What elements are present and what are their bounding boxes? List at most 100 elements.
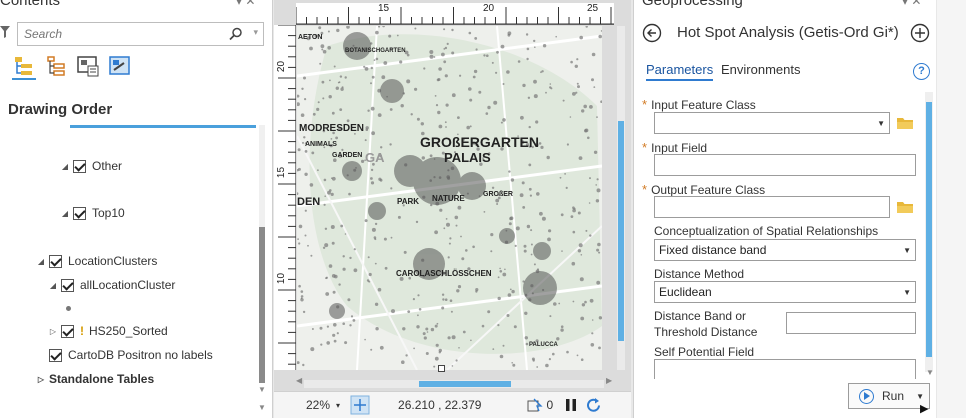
scrollbar-thumb[interactable] [419,381,511,387]
ruler-tick-label: 10 [276,272,288,285]
run-button[interactable]: Run ▼ [848,383,930,409]
self-potential-field-input[interactable] [654,359,916,379]
search-icon[interactable] [229,27,243,41]
map-label-botanischgarten: BOTANISCHGARTEN [345,48,406,54]
map-view[interactable]: 15 20 25 20 15 10 GROßERGARTEN PALAIS MO… [274,0,631,418]
zoom-dropdown-icon[interactable]: ▾ [336,401,340,410]
right-dock-strip: ▶ [920,0,966,418]
scroll-down-arrow[interactable]: ▼ [926,368,934,377]
input-feature-class-label: * Input Feature Class [642,97,756,112]
collapse-triangle-icon[interactable]: ◢ [36,257,46,266]
selection-icon[interactable] [527,397,544,413]
layer-visibility-checkbox[interactable] [49,348,62,362]
distance-band-input[interactable] [786,312,916,334]
layer-row-cartodb-positron[interactable]: CartoDB Positron no labels [36,345,213,365]
scrollbar-thumb[interactable] [618,121,624,341]
output-feature-class-label: * Output Feature Class [642,182,766,197]
search-dropdown-icon[interactable]: ▾ [253,27,258,38]
distance-band-label-line1: Distance Band or [654,309,747,323]
distance-band-label-line2: Threshold Distance [654,325,758,339]
scroll-left-arrow[interactable]: ◀ [296,376,302,385]
pane-options-icon[interactable]: ▾ ✕ [236,0,255,8]
map-vertical-scrollbar[interactable] [617,26,625,370]
map-label-park: PARK [397,197,420,206]
search-box[interactable]: ▾ [17,22,264,46]
fixed-extent-icon[interactable] [350,395,370,415]
map-label-nature: NATURE [432,194,465,203]
scroll-down-arrow[interactable]: ▼ [258,385,266,394]
layer-label: LocationClusters [68,254,158,268]
layer-row-hs250-sorted[interactable]: ▷ ! HS250_Sorted [48,321,168,341]
pause-icon[interactable] [565,398,577,412]
list-by-drawing-order-button[interactable] [12,54,36,80]
run-dropdown-icon[interactable]: ▼ [916,392,924,401]
dropdown-arrow-icon[interactable]: ▼ [903,246,911,255]
list-by-selection-button[interactable] [76,54,100,80]
required-marker: * [642,140,648,155]
geoprocessing-pane: Geoprocessing ▾ ✕ Hot Spot Analysis (Get… [633,0,936,418]
list-by-selection-icon [77,56,99,77]
list-by-source-button[interactable] [44,54,68,80]
scroll-right-arrow[interactable]: ▶ [606,376,612,385]
folder-icon[interactable] [896,200,914,214]
map-label-palucca: PALUCCA [529,342,558,348]
tab-parameters[interactable]: Parameters [646,62,714,81]
filter-icon[interactable] [0,26,10,38]
expand-triangle-icon[interactable]: ▷ [36,375,46,384]
layer-row-other[interactable]: ◢ Other [60,156,122,176]
expand-triangle-icon[interactable]: ▷ [48,327,58,336]
layer-visibility-checkbox[interactable] [49,254,62,268]
selected-count: 0 [546,398,554,412]
map-horizontal-scrollbar[interactable] [304,380,604,388]
dropdown-arrow-icon[interactable]: ▼ [877,119,885,128]
back-icon[interactable] [642,23,662,43]
map-label-grober: GROßER [483,191,513,198]
add-icon[interactable] [910,23,930,43]
ruler-top: 15 20 25 [296,3,614,25]
conceptualization-select[interactable]: Fixed distance band ▼ [654,239,916,261]
contents-scrollbar[interactable] [259,125,265,383]
collapse-triangle-icon[interactable]: ◢ [60,162,70,171]
page-handle[interactable] [438,365,445,372]
layer-row-alllocationcluster[interactable]: ◢ allLocationCluster [48,275,175,295]
folder-icon[interactable] [896,116,914,130]
map-label-palais: PALAIS [444,150,491,165]
zoom-level[interactable]: 22% [306,398,330,412]
layer-visibility-checkbox[interactable] [61,278,74,292]
pane-options-icon[interactable]: ▾ ✕ [902,0,921,8]
scrollbar-thumb[interactable] [259,227,265,383]
scroll-down-arrow-2[interactable]: ▼ [258,403,266,412]
output-feature-class-input[interactable] [654,196,890,218]
geoprocessing-title: Geoprocessing [642,0,743,9]
layer-visibility-checkbox[interactable] [73,206,86,220]
map-status-bar: 22% ▾ 26.210 , 22.379 0 [274,391,631,418]
map-label-den: DEN [297,196,321,208]
tab-environments[interactable]: Environments [721,62,800,77]
input-field-input[interactable] [654,154,916,176]
layer-visibility-checkbox[interactable] [61,324,74,338]
dropdown-arrow-icon[interactable]: ▼ [903,288,911,297]
layer-row-top10[interactable]: ◢ Top10 [60,203,125,223]
standalone-tables-row[interactable]: ▷ Standalone Tables [36,369,154,389]
layer-row-locationclusters[interactable]: ◢ LocationClusters [36,251,157,271]
parameters-scrollbar[interactable] [925,92,933,372]
standalone-tables-label: Standalone Tables [49,372,155,386]
refresh-icon[interactable] [585,397,602,414]
search-input[interactable] [18,23,218,45]
help-icon[interactable]: ? [913,63,930,80]
layer-visibility-checkbox[interactable] [73,159,86,173]
map-label-modresden: MODRESDEN [299,123,365,134]
list-by-editing-button[interactable] [108,54,132,80]
mouse-cursor-icon: ▶ [920,403,929,415]
play-icon [859,388,874,404]
ruler-tick-label: 20 [276,60,288,73]
scrollbar-thumb[interactable] [926,102,932,357]
map-label-grossergarten: GROßERGARTEN [420,134,539,150]
collapse-triangle-icon[interactable]: ◢ [48,281,58,290]
map-canvas[interactable]: GROßERGARTEN PALAIS MODRESDEN DEN ANIMAL… [297,26,602,370]
distance-method-select[interactable]: Euclidean ▼ [654,281,916,303]
input-feature-class-select[interactable]: ▼ [654,112,890,134]
list-by-drawing-order-icon [15,57,32,75]
collapse-triangle-icon[interactable]: ◢ [60,209,70,218]
ruler-left: 20 15 10 [274,25,296,370]
